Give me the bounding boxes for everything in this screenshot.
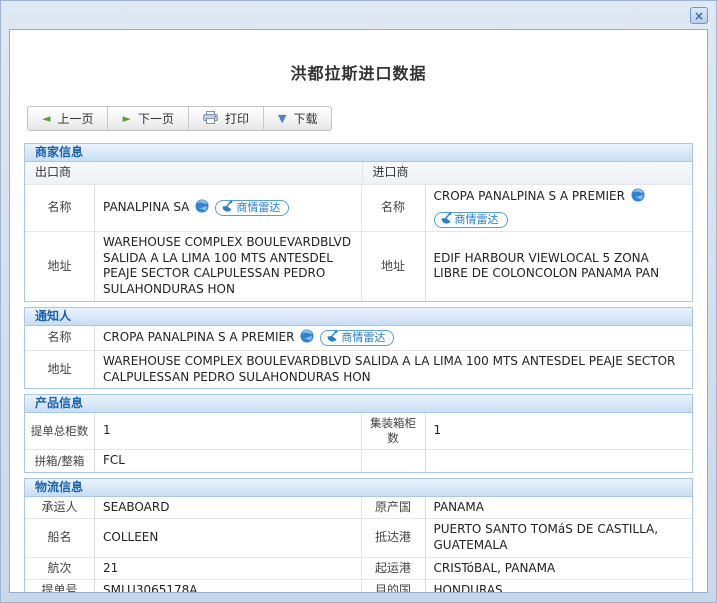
printer-icon (203, 110, 218, 127)
table-row: 地址 WAREHOUSE COMPLEX BOULEVARDBLVD SALID… (25, 351, 692, 389)
exporter-name-cell: PANALPINA SA 商情雷达 (95, 184, 362, 233)
table-row: 名称 CROPA PANALPINA S A PREMIER 商情雷达 (25, 325, 692, 352)
section-title: 通知人 (25, 307, 692, 326)
table-row: 航次 21 起运港 CRISTóBAL, PANAMA (25, 557, 692, 581)
business-radar-badge[interactable]: 商情雷达 (215, 199, 290, 216)
row-label: 起运港 (361, 557, 426, 581)
detail-sections: 商家信息 出口商 进口商 名称 PANALPINA SA 商情雷达 名称 CRO… (24, 143, 693, 592)
exporter-header: 出口商 (25, 162, 362, 185)
globe-icon[interactable] (195, 199, 209, 218)
table-row: 承运人 SEABOARD 原产国 PANAMA (25, 496, 692, 520)
radar-icon (326, 330, 338, 346)
exporter-name-label: 名称 (25, 184, 95, 233)
importer-address-label: 地址 (362, 232, 426, 301)
row-label: 提单号 (25, 580, 95, 592)
table-row: 提单号 SMLU3065178A 目的国 HONDURAS (25, 580, 693, 592)
importer-name: CROPA PANALPINA S A PREMIER (433, 189, 625, 204)
section-merchant-info: 商家信息 出口商 进口商 名称 PANALPINA SA 商情雷达 名称 CRO… (24, 143, 693, 302)
table-row: 提单总柜数 1 集装箱柜数 1 (25, 413, 692, 451)
dialog-titlebar: × (1, 1, 716, 29)
row-value: FCL (95, 450, 362, 472)
section-notify-party: 通知人 名称 CROPA PANALPINA S A PREMIER 商情雷达 (24, 306, 693, 390)
row-label: 船名 (25, 519, 95, 558)
row-label: 集装箱柜数 (361, 413, 426, 451)
row-value: PUERTO SANTO TOMáS DE CASTILLA, GUATEMAL… (425, 519, 692, 558)
pager-toolbar: ◄ 上一页 ► 下一页 打印 ▼ 下载 (27, 106, 333, 131)
row-value: 1 (95, 413, 362, 451)
arrow-left-icon: ◄ (42, 112, 51, 125)
notify-name: CROPA PANALPINA S A PREMIER (103, 330, 295, 345)
business-radar-badge[interactable]: 商情雷达 (320, 329, 395, 346)
row-value: 21 (95, 557, 362, 581)
importer-address: EDIF HARBOUR VIEWLOCAL 5 ZONA LIBRE DE C… (433, 250, 660, 281)
row-label: 航次 (25, 557, 95, 581)
download-label: 下载 (293, 112, 318, 126)
section-title: 商家信息 (25, 144, 692, 162)
globe-icon[interactable] (300, 329, 314, 348)
table-row: 出口商 进口商 (25, 162, 692, 185)
badge-label: 商情雷达 (341, 330, 386, 344)
row-label: 承运人 (25, 496, 95, 520)
download-button[interactable]: ▼ 下载 (264, 107, 331, 130)
row-value: HONDURAS (426, 580, 693, 592)
table-row: 地址 WAREHOUSE COMPLEX BOULEVARDBLVD SALID… (25, 232, 692, 301)
row-label (362, 450, 426, 472)
radar-icon (221, 200, 233, 216)
table-row: 拼箱/整箱 FCL (25, 450, 692, 472)
badge-label: 商情雷达 (236, 200, 281, 214)
table-row: 名称 PANALPINA SA 商情雷达 名称 CROPA PANALPINA … (25, 184, 692, 233)
row-value: PANAMA (425, 497, 692, 520)
next-page-label: 下一页 (137, 112, 174, 126)
row-value: COLLEEN (95, 519, 362, 558)
row-label: 拼箱/整箱 (25, 450, 95, 472)
radar-icon (440, 212, 452, 228)
importer-header: 进口商 (361, 162, 692, 185)
dialog-content: 洪都拉斯进口数据 ◄ 上一页 ► 下一页 打印 ▼ 下载 商家信息 出口商 进口… (9, 29, 708, 593)
table-row: 船名 COLLEEN 抵达港 PUERTO SANTO TOMáS DE CAS… (25, 519, 692, 558)
row-label: 提单总柜数 (25, 413, 95, 451)
importer-name-label: 名称 (361, 184, 426, 233)
importer-name-cell: CROPA PANALPINA S A PREMIER 商情雷达 (425, 185, 692, 233)
row-value: SEABOARD (95, 496, 362, 520)
row-label: 抵达港 (361, 519, 426, 558)
badge-label: 商情雷达 (454, 213, 499, 227)
arrow-down-icon: ▼ (277, 112, 287, 125)
print-label: 打印 (224, 112, 249, 126)
section-title: 物流信息 (25, 478, 692, 497)
notify-name-label: 名称 (25, 325, 95, 352)
business-radar-badge[interactable]: 商情雷达 (433, 212, 508, 229)
notify-address: WAREHOUSE COMPLEX BOULEVARDBLVD SALIDA A… (103, 354, 676, 384)
row-value: CRISTóBAL, PANAMA (425, 558, 692, 581)
import-data-dialog: × 洪都拉斯进口数据 ◄ 上一页 ► 下一页 打印 ▼ 下载 商家信息 出口商 … (0, 0, 717, 603)
page-title: 洪都拉斯进口数据 (290, 64, 427, 83)
prev-page-label: 上一页 (57, 112, 94, 126)
exporter-address: WAREHOUSE COMPLEX BOULEVARDBLVD SALIDA A… (95, 232, 362, 301)
section-product-info: 产品信息 提单总柜数 1 集装箱柜数 1 拼箱/整箱 FCL (24, 394, 693, 473)
row-label: 目的国 (362, 580, 426, 592)
exporter-address-label: 地址 (25, 232, 95, 301)
notify-name-cell: CROPA PANALPINA S A PREMIER 商情雷达 (95, 326, 692, 352)
row-value (426, 450, 693, 472)
close-icon[interactable]: × (690, 7, 708, 24)
row-value: SMLU3065178A (95, 580, 362, 592)
arrow-right-icon: ► (122, 112, 131, 125)
globe-icon[interactable] (631, 188, 645, 207)
print-button[interactable]: 打印 (189, 107, 264, 130)
exporter-name: PANALPINA SA (103, 200, 190, 215)
prev-page-button[interactable]: ◄ 上一页 (28, 107, 109, 130)
notify-address-label: 地址 (25, 351, 95, 389)
row-value: 1 (425, 413, 692, 451)
section-title: 产品信息 (25, 395, 692, 414)
section-logistics-info: 物流信息 承运人 SEABOARD 原产国 PANAMA 船名 COLLEEN … (24, 477, 693, 592)
row-label: 原产国 (361, 496, 426, 520)
next-page-button[interactable]: ► 下一页 (108, 107, 189, 130)
